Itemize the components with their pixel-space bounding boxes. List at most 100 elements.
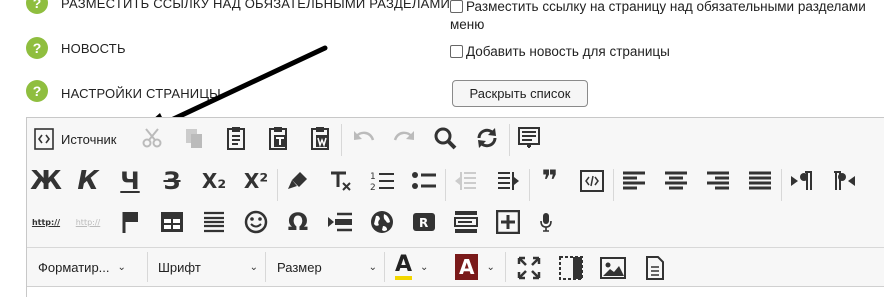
source-label: Источник xyxy=(61,131,117,147)
outdent-button[interactable] xyxy=(451,165,481,197)
toolbar-top-border xyxy=(27,247,884,248)
unlink-button[interactable]: http:// xyxy=(73,206,103,238)
chevron-down-icon: ⌄ xyxy=(420,261,429,273)
align-center-button[interactable] xyxy=(661,165,691,197)
copy-button[interactable] xyxy=(179,122,209,154)
paste-icon xyxy=(227,127,245,150)
paste-word-icon xyxy=(311,127,329,150)
form-button[interactable] xyxy=(451,206,481,238)
image-button[interactable] xyxy=(598,252,628,284)
plus-box-icon xyxy=(496,210,520,234)
microphone-button[interactable] xyxy=(531,206,561,238)
chevron-down-icon: ⌄ xyxy=(486,261,495,273)
page-break-icon xyxy=(328,212,352,232)
globe-button[interactable] xyxy=(367,206,397,238)
table-button[interactable] xyxy=(157,206,187,238)
undo-button[interactable] xyxy=(349,122,379,154)
ordered-list-icon: 12 xyxy=(370,172,394,193)
eraser-button[interactable] xyxy=(283,165,313,197)
toolbar-separator xyxy=(505,252,506,282)
div-icon xyxy=(580,170,604,192)
page-break-button[interactable] xyxy=(325,206,355,238)
redo-icon xyxy=(393,131,414,141)
ltr-icon xyxy=(791,171,812,190)
superscript-icon: X² xyxy=(243,169,269,193)
toolbar-separator xyxy=(277,169,278,201)
toolbar-separator xyxy=(613,169,614,201)
size-dropdown[interactable]: Размер ⌄ xyxy=(277,250,377,284)
special-char-button[interactable]: Ω xyxy=(283,206,313,238)
show-blocks-button[interactable] xyxy=(556,252,586,284)
toolbar-row-2: Ж К Ч З X₂ X² 12 ❞ xyxy=(27,165,884,205)
format-dropdown-label: Форматир... xyxy=(38,259,110,275)
svg-text:R: R xyxy=(419,216,428,230)
align-left-button[interactable] xyxy=(619,165,649,197)
paste-button[interactable] xyxy=(221,122,251,154)
italic-icon: К xyxy=(77,166,99,196)
text-color-button[interactable]: A ⌄ xyxy=(395,250,428,284)
unlink-icon: http:// xyxy=(75,217,101,227)
rtl-button[interactable] xyxy=(829,165,859,197)
toolbar-row-1: Источник xyxy=(27,118,884,158)
source-icon xyxy=(34,128,54,150)
cut-icon xyxy=(142,128,162,148)
chevron-down-icon: ⌄ xyxy=(249,261,258,273)
align-right-button[interactable] xyxy=(703,165,733,197)
smiley-icon xyxy=(244,210,268,234)
source-button[interactable]: Источник xyxy=(33,122,117,156)
r-button[interactable]: R xyxy=(409,206,439,238)
font-dropdown[interactable]: Шрифт ⌄ xyxy=(158,250,258,284)
justify-button[interactable] xyxy=(745,165,775,197)
paste-text-button[interactable] xyxy=(263,122,293,154)
editor-content-area[interactable] xyxy=(27,286,884,297)
bg-color-button[interactable]: A ⌄ xyxy=(455,250,495,284)
subscript-button[interactable]: X₂ xyxy=(199,165,229,197)
underline-icon: Ч xyxy=(120,167,140,195)
ltr-button[interactable] xyxy=(787,165,817,197)
strike-button[interactable]: З xyxy=(157,165,187,197)
horizontal-rule-button[interactable] xyxy=(199,206,229,238)
anchor-button[interactable] xyxy=(115,206,145,238)
bg-color-icon: A xyxy=(455,254,479,280)
plus-box-button[interactable] xyxy=(493,206,523,238)
link-button[interactable]: http:// xyxy=(31,206,61,238)
template-button[interactable] xyxy=(514,122,544,154)
size-dropdown-label: Размер xyxy=(277,259,322,275)
toolbar-row-3: http:// http:// Ω R xyxy=(27,206,884,246)
blockquote-icon: ❞ xyxy=(541,164,559,197)
toolbar-separator xyxy=(445,169,446,201)
toolbar-separator xyxy=(781,169,782,201)
anchor-icon xyxy=(122,212,138,233)
indent-button[interactable] xyxy=(493,165,523,197)
remove-format-button[interactable] xyxy=(325,165,355,197)
redo-button[interactable] xyxy=(389,122,419,154)
template-icon xyxy=(518,127,540,148)
superscript-button[interactable]: X² xyxy=(241,165,271,197)
find-icon xyxy=(434,127,457,150)
format-dropdown[interactable]: Форматир... ⌄ xyxy=(38,250,126,284)
eraser-icon xyxy=(288,172,307,189)
ordered-list-button[interactable]: 12 xyxy=(367,165,397,197)
copy-icon xyxy=(186,129,202,148)
show-blocks-icon xyxy=(559,256,583,280)
maximize-button[interactable] xyxy=(514,252,544,284)
svg-text:2: 2 xyxy=(370,183,376,193)
bold-button[interactable]: Ж xyxy=(30,165,62,197)
replace-button[interactable] xyxy=(472,122,502,154)
chevron-down-icon: ⌄ xyxy=(117,261,126,273)
find-button[interactable] xyxy=(430,122,460,154)
paste-word-button[interactable] xyxy=(305,122,335,154)
table-icon xyxy=(161,212,183,232)
image-icon xyxy=(600,257,626,279)
outdent-icon xyxy=(455,172,476,190)
toolbar-separator xyxy=(529,169,530,201)
blockquote-button[interactable]: ❞ xyxy=(535,165,565,197)
italic-button[interactable]: К xyxy=(73,165,103,197)
underline-button[interactable]: Ч xyxy=(115,165,145,197)
smiley-button[interactable] xyxy=(241,206,271,238)
bullet-list-button[interactable] xyxy=(409,165,439,197)
cut-button[interactable] xyxy=(137,122,167,154)
microphone-icon xyxy=(540,213,552,232)
page-button[interactable] xyxy=(640,252,670,284)
div-button[interactable] xyxy=(577,165,607,197)
